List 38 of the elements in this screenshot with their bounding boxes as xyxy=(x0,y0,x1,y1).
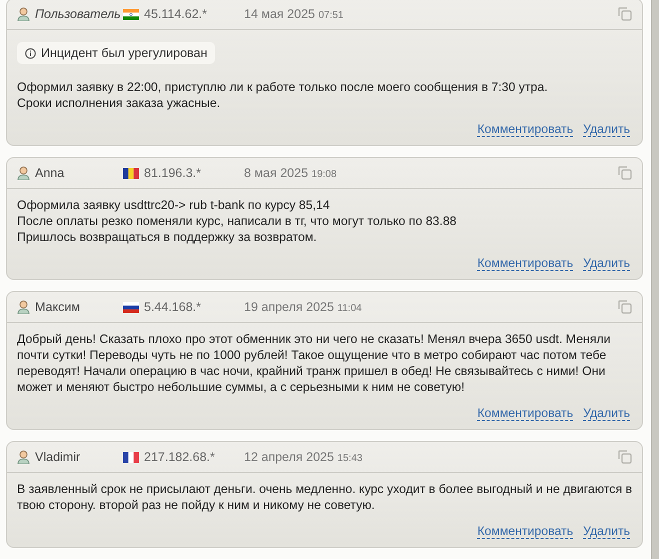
delete-link[interactable]: Удалить xyxy=(583,406,630,421)
copy-icon[interactable] xyxy=(618,450,632,464)
comment-link[interactable]: Комментировать xyxy=(477,406,574,421)
flag-icon xyxy=(123,452,139,462)
author-name: Anna xyxy=(35,166,66,180)
copy-icon[interactable] xyxy=(618,300,632,314)
review-date: 14 мая 2025 07:51 xyxy=(244,7,344,21)
flag-icon xyxy=(123,8,139,20)
comment-link[interactable]: Комментировать xyxy=(477,122,574,137)
review-date: 19 апреля 2025 11:04 xyxy=(244,300,362,314)
copy-icon[interactable] xyxy=(618,7,632,21)
comment-link[interactable]: Комментировать xyxy=(477,524,574,539)
ip-address: 217.182.68.* xyxy=(144,450,216,464)
review-date: 12 апреля 2025 15:43 xyxy=(244,450,362,464)
ip-address: 45.114.62.* xyxy=(144,7,208,21)
copy-icon[interactable] xyxy=(618,166,632,180)
author-name: Максим xyxy=(35,300,81,314)
author-name: Пользователь xyxy=(35,7,122,21)
delete-link[interactable]: Удалить xyxy=(583,122,630,137)
flag-icon xyxy=(123,168,139,178)
review-text: Оформил заявку в 22:00, приступлю ли к работе только после моего сообщения в 7:30 утра. Сроки исполнения заказа ужасные. xyxy=(17,79,549,111)
ip-address: 5.44.168.* xyxy=(144,300,202,314)
review-text: В заявленный срок не присылают деньги. очень медленно. курс уходит в более выгодный и не двигаются в твою сторону. второй раз не пойду к ним и никому не советую. xyxy=(17,481,632,513)
delete-link[interactable]: Удалить xyxy=(583,256,630,271)
review-text: Добрый день! Сказать плохо про этот обменник это ни чего не сказать! Менял вчера 3650 usdt. Меняли почти сутки! Переводы чуть не по 1000 рублей! Такое ощущение что в метро собирают час потом тебе переводят! Начали операцию в час ночи, крайний транж пришел в обед! Не связывайтесь с ними! Они может и меняют быстро небольшие суммы, а с серьезными к ним не советую! xyxy=(17,331,612,395)
user-icon xyxy=(17,166,30,180)
flag-icon xyxy=(123,302,139,312)
review-date: 8 мая 2025 19:08 xyxy=(244,166,337,180)
delete-link[interactable]: Удалить xyxy=(583,524,630,539)
notice-text: Инцидент был урегулирован xyxy=(41,46,208,60)
review-text: Оформила заявку usdttrc20-> rub t-bank по курсу 85,14 После оплаты резко поменяли курс, написали в тг, что могут только по 83.88 Пришлось возвращаться в поддержку за возвратом. xyxy=(17,197,458,245)
ip-address: 81.196.3.* xyxy=(144,166,202,180)
info-icon xyxy=(25,48,36,58)
comment-link[interactable]: Комментировать xyxy=(477,256,574,271)
user-icon xyxy=(17,300,30,314)
author-name: Vladimir xyxy=(35,450,82,464)
user-icon xyxy=(17,7,30,21)
user-icon xyxy=(17,450,30,464)
